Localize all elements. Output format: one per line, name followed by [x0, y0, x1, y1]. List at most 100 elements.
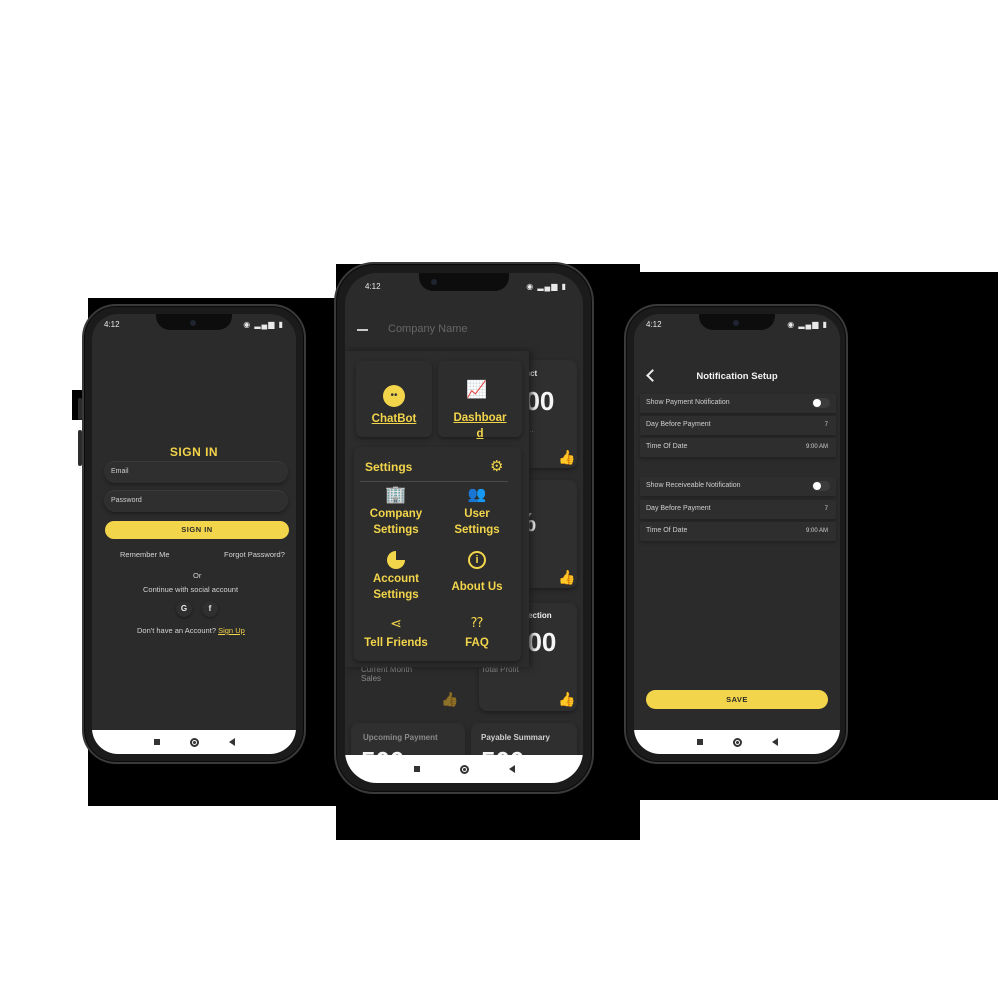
setting-label: Time Of Date — [646, 527, 688, 534]
menu-item-account-settings[interactable]: Account Settings — [354, 571, 438, 603]
phone-dashboard: 4:12 ◉ ▂▄▆ ▮ Company Name Product 500 Ad… — [334, 262, 594, 794]
receivable-notification-toggle[interactable] — [812, 481, 830, 491]
status-icons: ◉ ▂▄▆ ▮ — [526, 282, 567, 291]
phone-notification: 4:12 ◉ ▂▄▆ ▮ Notification Setup Show Pay… — [624, 304, 848, 764]
account-settings-line1: Account — [373, 573, 419, 585]
signin-screen: 4:12 ◉ ▂▄▆ ▮ SIGN IN Email Password SIGN… — [92, 314, 296, 754]
account-settings-line2: Settings — [373, 589, 419, 601]
setting-label: Day Before Payment — [646, 421, 711, 428]
setting-label: Time Of Date — [646, 443, 688, 450]
facebook-button[interactable]: f — [202, 601, 218, 617]
settings-panel — [354, 447, 521, 661]
menu-label-chatbot: ChatBot — [371, 413, 417, 425]
chart-icon: 📈 — [466, 380, 488, 399]
home-icon[interactable] — [459, 764, 469, 774]
system-nav-bar — [634, 730, 840, 754]
faq-icon: ⁇ — [471, 615, 483, 630]
company-name: Company Name — [388, 323, 468, 335]
menu-label-dashboard-line1: Dashboar — [453, 412, 507, 424]
pie-chart-icon — [387, 551, 405, 569]
menu-icon[interactable] — [357, 329, 368, 331]
dashboard-screen: 4:12 ◉ ▂▄▆ ▮ Company Name Product 500 Ad… — [345, 273, 583, 783]
signup-link[interactable]: Sign Up — [218, 626, 245, 635]
save-button[interactable]: SAVE — [646, 690, 828, 709]
setting-value: 7 — [824, 422, 828, 428]
settings-divider — [360, 481, 508, 482]
stat-card-title: Payable Summary — [481, 733, 550, 742]
thumbs-up-icon[interactable]: 👍 — [441, 691, 458, 708]
back-icon[interactable] — [508, 765, 515, 773]
stat-card-title: Upcoming Payment — [363, 733, 438, 742]
setting-row-day-before[interactable]: Day Before Payment 7 — [640, 500, 836, 519]
company-settings-line1: Company — [369, 508, 423, 520]
recents-icon[interactable] — [413, 766, 420, 772]
or-divider: Or — [193, 571, 202, 580]
setting-label: Day Before Payment — [646, 505, 711, 512]
setting-value: 9:00 AM — [805, 444, 828, 450]
recents-icon[interactable] — [696, 739, 703, 745]
payment-notification-toggle[interactable] — [812, 398, 830, 408]
back-icon[interactable] — [771, 738, 778, 746]
status-time: 4:12 — [104, 320, 120, 329]
info-icon: i — [468, 551, 486, 569]
phone-signin: 4:12 ◉ ▂▄▆ ▮ SIGN IN Email Password SIGN… — [78, 304, 306, 764]
status-time: 4:12 — [365, 282, 381, 291]
setting-row-payment-notification: Show Payment Notification — [640, 394, 836, 413]
system-nav-bar — [92, 730, 296, 754]
forgot-password-link[interactable]: Forgot Password? — [224, 550, 285, 559]
social-caption: Continue with social account — [143, 585, 239, 594]
menu-label-dashboard: Dashboar d — [438, 410, 522, 442]
setting-label: Show Receiveable Notification — [646, 482, 741, 489]
status-icons: ◉ ▂▄▆ ▮ — [243, 320, 284, 329]
side-button — [78, 430, 82, 466]
setting-row-time[interactable]: Time Of Date 9:00 AM — [640, 438, 836, 457]
email-field[interactable]: Email — [104, 461, 288, 483]
home-icon[interactable] — [732, 737, 742, 747]
share-icon: ⋖ — [390, 615, 402, 631]
menu-item-user-settings[interactable]: User Settings — [435, 506, 519, 538]
menu-item-company-settings[interactable]: Company Settings — [354, 506, 438, 538]
remember-me[interactable]: Remember Me — [120, 550, 170, 559]
no-account-text: Don't have an Account? — [137, 626, 216, 635]
users-icon: 👥 — [467, 486, 487, 503]
notch — [699, 314, 775, 330]
user-settings-line2: Settings — [454, 524, 500, 536]
google-button[interactable]: G — [176, 601, 192, 617]
menu-item-faq[interactable]: FAQ — [435, 635, 519, 651]
stat-card-sub: Current Month Sales — [361, 665, 413, 683]
back-icon[interactable] — [228, 738, 235, 746]
setting-value: 9:00 AM — [805, 528, 828, 534]
setting-value: 7 — [824, 506, 828, 512]
setting-row-time[interactable]: Time Of Date 9:00 AM — [640, 522, 836, 541]
home-icon[interactable] — [189, 737, 199, 747]
building-icon: 🏢 — [385, 485, 407, 504]
notch — [156, 314, 232, 330]
menu-item-about-us[interactable]: About Us — [435, 579, 519, 595]
signup-prompt: Don't have an Account? Sign Up — [137, 626, 245, 635]
signin-button[interactable]: SIGN IN — [105, 521, 289, 539]
thumbs-up-icon[interactable]: 👍 — [558, 569, 575, 586]
thumbs-up-icon[interactable]: 👍 — [558, 449, 575, 466]
system-nav-bar — [345, 755, 583, 783]
status-icons: ◉ ▂▄▆ ▮ — [787, 320, 828, 329]
menu-label-dashboard-line2: d — [476, 428, 484, 440]
setting-label: Show Payment Notification — [646, 399, 730, 406]
side-menu: •• ChatBot 📈 Dashboar d Settings ⚙ 🏢 Com… — [345, 351, 529, 667]
email-placeholder: Email — [111, 468, 129, 475]
chatbot-icon: •• — [383, 385, 405, 407]
notification-screen: 4:12 ◉ ▂▄▆ ▮ Notification Setup Show Pay… — [634, 314, 840, 754]
setting-row-day-before[interactable]: Day Before Payment 7 — [640, 416, 836, 435]
user-settings-line1: User — [464, 508, 490, 520]
status-time: 4:12 — [646, 320, 662, 329]
notch — [419, 273, 509, 291]
side-button — [78, 398, 82, 420]
gear-icon[interactable]: ⚙ — [490, 457, 503, 475]
page-title: Notification Setup — [696, 371, 778, 382]
settings-heading: Settings — [365, 460, 413, 474]
thumbs-up-icon[interactable]: 👍 — [558, 691, 575, 708]
recents-icon[interactable] — [153, 739, 160, 745]
page-title: SIGN IN — [169, 445, 219, 459]
menu-item-tell-friends[interactable]: Tell Friends — [354, 635, 438, 651]
password-field[interactable]: Password — [104, 490, 288, 512]
password-placeholder: Password — [111, 497, 142, 504]
